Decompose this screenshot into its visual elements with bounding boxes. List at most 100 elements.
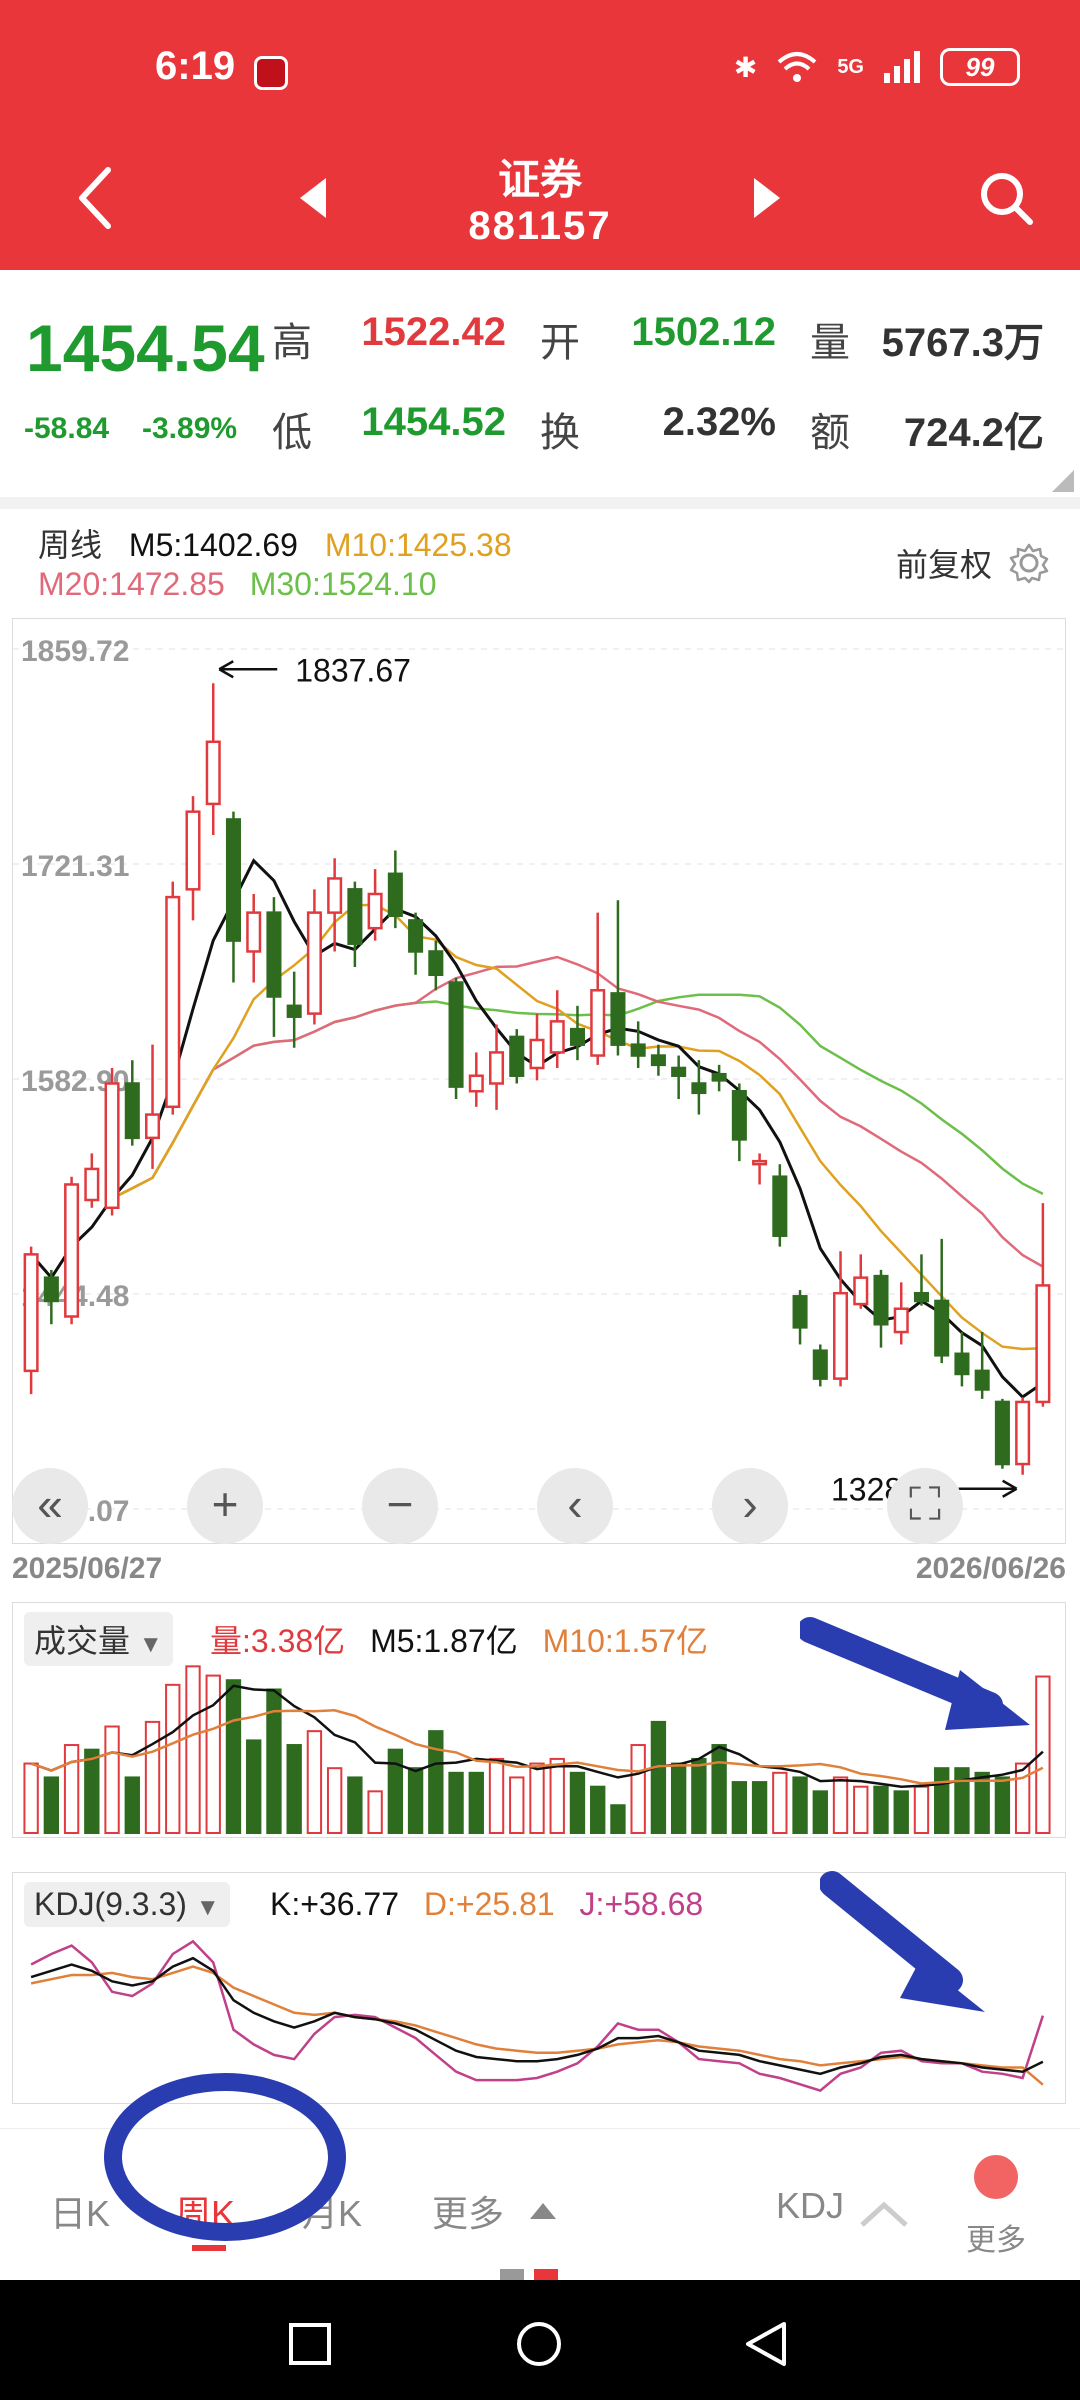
volume-value: 5767.3万 <box>881 321 1044 365</box>
search-icon[interactable] <box>978 170 1034 226</box>
candle-body <box>428 950 444 977</box>
volume-bar <box>43 1776 60 1834</box>
candle-body <box>367 892 383 930</box>
ma-row-2: M20:1472.85 M30:1524.10 <box>38 566 437 603</box>
kdj-indicator-select[interactable]: KDJ(9.3.3) ▼ <box>24 1882 230 1927</box>
annotation-arrow-volume <box>800 1617 1030 1730</box>
candle <box>64 1176 80 1325</box>
ma5-label: M5:1402.69 <box>128 527 298 563</box>
candle-body <box>468 1074 484 1093</box>
volume-indicator-select[interactable]: 成交量 ▼ <box>24 1612 173 1666</box>
open-label: 开 <box>540 321 580 365</box>
volume-label: 量 <box>810 321 850 365</box>
chevron-down-icon: ▼ <box>195 1894 220 1921</box>
candle <box>650 1044 666 1076</box>
candle <box>630 1021 646 1068</box>
candle <box>752 1153 768 1185</box>
network-label: 5G <box>837 55 864 78</box>
candle <box>43 1269 59 1325</box>
y-tick-label: 1721.31 <box>21 850 129 883</box>
recent-apps-icon[interactable] <box>288 2322 332 2366</box>
kdj-j-label: J:+58.68 <box>579 1886 704 1922</box>
back-nav-icon[interactable] <box>744 2320 788 2368</box>
candle-body <box>994 1400 1010 1466</box>
candle <box>1035 1203 1051 1407</box>
candle <box>671 1055 687 1100</box>
candle-body <box>711 1072 727 1082</box>
volume-bar <box>792 1776 808 1834</box>
high-label: 高 <box>272 321 312 365</box>
chevron-up-icon[interactable] <box>858 2199 910 2229</box>
zoom-out-button[interactable]: − <box>362 1468 438 1544</box>
volume-bar <box>1014 1762 1031 1834</box>
volume-bar <box>124 1776 140 1834</box>
candle <box>408 912 424 975</box>
more-bubble-icon[interactable] <box>974 2155 1018 2199</box>
signal-icon <box>884 51 920 83</box>
candle <box>893 1282 909 1345</box>
battery-icon: 99 <box>940 48 1020 86</box>
expand-corner-icon[interactable] <box>1052 470 1074 492</box>
chevron-down-icon: ▼ <box>138 1631 163 1658</box>
chevron-up-icon[interactable] <box>528 2201 558 2221</box>
title-bar: 证券 881157 <box>0 140 1080 270</box>
candle-body <box>792 1295 808 1329</box>
candle-body <box>64 1183 80 1318</box>
fullscreen-button[interactable]: ⛶ <box>887 1468 963 1544</box>
kdj-selector-label: KDJ(9.3.3) <box>34 1886 187 1922</box>
adjust-label: 前复权 <box>895 547 992 583</box>
candle <box>266 897 282 1037</box>
volume-bar <box>84 1748 100 1835</box>
volume-bar <box>326 1767 343 1834</box>
tab-more-tools[interactable]: 更多 <box>966 2215 1026 2259</box>
candle-body <box>327 877 343 914</box>
candle-body <box>509 1035 525 1077</box>
candle-body <box>165 895 181 1109</box>
volume-bar <box>347 1776 363 1834</box>
scroll-left-button[interactable]: ‹ <box>537 1468 613 1544</box>
notification-icon <box>254 56 288 90</box>
candle <box>387 850 403 929</box>
ma10-line <box>30 903 1043 1351</box>
zoom-in-button[interactable]: + <box>187 1468 263 1544</box>
volume-bar <box>428 1730 444 1834</box>
candle-body <box>772 1175 788 1237</box>
candle-body <box>752 1159 768 1166</box>
volume-bar <box>23 1762 39 1834</box>
volume-bar <box>185 1665 201 1835</box>
candle-body <box>387 872 403 917</box>
tab-more-periods[interactable]: 更多 <box>432 2185 504 2237</box>
volume-bar <box>488 1757 505 1834</box>
scroll-right-button[interactable]: › <box>712 1468 788 1544</box>
volume-bar <box>731 1781 748 1835</box>
candle-body <box>347 888 363 945</box>
candlestick-chart[interactable]: 1859.721721.311582.901444.481306.071837.… <box>12 618 1067 1545</box>
candle-body <box>671 1066 687 1077</box>
candlestick-svg[interactable]: 1859.721721.311582.901444.481306.071837.… <box>13 619 1067 1545</box>
candle-body <box>731 1090 747 1141</box>
tab-indicator-kdj[interactable]: KDJ <box>776 2185 844 2227</box>
candle-body <box>246 911 262 953</box>
candle <box>610 900 626 1056</box>
candle <box>327 858 343 952</box>
next-stock-icon[interactable] <box>752 176 782 220</box>
volume-bar <box>529 1762 545 1834</box>
candle-body <box>691 1082 707 1095</box>
gear-icon[interactable] <box>1008 542 1050 584</box>
ma20-line <box>30 955 1044 1280</box>
volume-bar <box>751 1781 768 1835</box>
candle-body <box>893 1307 909 1334</box>
candle <box>994 1398 1010 1469</box>
status-bar: 6:19 ✱ 5G 99 <box>0 0 1080 140</box>
quote-panel: 1454.54 -58.84 -3.89% 高 1522.42 开 1502.1… <box>0 270 1080 500</box>
status-time: 6:19 <box>155 44 236 88</box>
zoom-out-all-button[interactable]: « <box>12 1468 88 1544</box>
volume-bar <box>246 1739 262 1834</box>
volume-bar <box>691 1757 707 1834</box>
amount-label: 额 <box>810 411 850 455</box>
ma10-label: M10:1425.38 <box>324 527 512 563</box>
volume-m10-label: M10:1.57亿 <box>542 1623 709 1659</box>
adjust-selector[interactable]: 前复权 <box>896 540 1050 586</box>
candle-body <box>529 1038 545 1070</box>
home-icon[interactable] <box>515 2320 563 2368</box>
